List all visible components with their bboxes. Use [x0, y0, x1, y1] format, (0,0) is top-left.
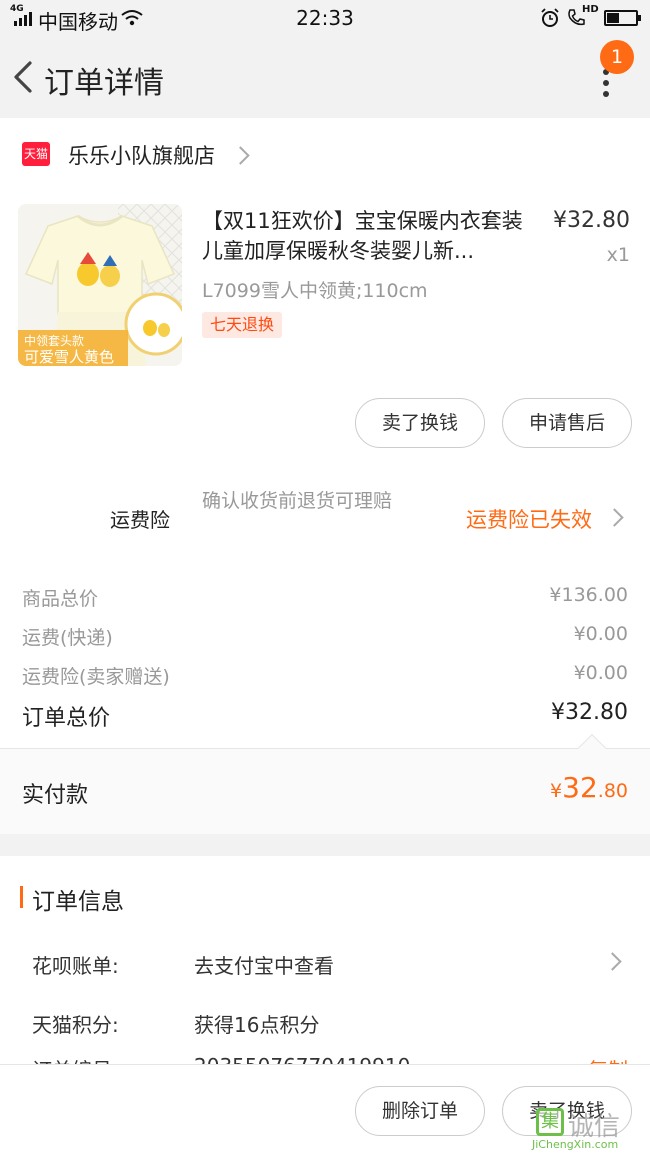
product-sku: L7099雪人中领黄;110cm	[202, 280, 428, 302]
fee-label: 运费(快递)	[22, 627, 113, 649]
order-card: 天猫 乐乐小队旗舰店 中领套头款 可爱雪人黄色 【双11狂欢价】宝宝保暖内衣套装…	[0, 118, 650, 834]
fee-row-goods-total: 商品总价 ¥136.00	[22, 584, 628, 611]
seven-day-return-badge: 七天退换	[202, 312, 283, 338]
fee-value: ¥136.00	[549, 584, 628, 606]
amount-integer: 32	[562, 771, 598, 804]
shipping-insurance-status[interactable]: 运费险已失效	[466, 504, 592, 534]
fee-row-insurance: 运费险(卖家赠送) ¥0.00	[22, 662, 628, 689]
watermark-en: JiChengXin.com	[532, 1138, 619, 1151]
order-total-value: ¥32.80	[551, 700, 628, 725]
battery-icon	[604, 10, 641, 26]
product-quantity: x1	[606, 244, 630, 266]
tmall-logo-icon: 天猫	[22, 142, 50, 166]
amount-paid-label: 实付款	[22, 783, 89, 808]
order-total-label: 订单总价	[22, 706, 111, 731]
product-title[interactable]: 【双11狂欢价】宝宝保暖内衣套装儿童加厚保暖秋冬装婴儿新...	[202, 206, 540, 266]
info-value: 20355076770419910	[194, 1054, 410, 1064]
amount-decimal: .80	[597, 780, 628, 802]
info-key: 天猫积分:	[32, 1013, 119, 1037]
hd-label: HD	[582, 4, 599, 15]
delete-order-button[interactable]: 删除订单	[355, 1086, 485, 1136]
product-price: ¥32.80	[553, 208, 630, 233]
watermark-glyph: 集	[536, 1108, 564, 1136]
huabei-chevron-right-icon	[603, 952, 622, 971]
image-caption-color: 可爱雪人黄色	[24, 348, 115, 366]
order-detail-page: 4G 中国移动 22:33 HD 订单详情 1 天猫 乐乐小队旗舰店 中领套头款…	[0, 0, 650, 1155]
amount-paid-box: 实付款 ¥32.80	[0, 749, 650, 834]
fee-value: ¥0.00	[573, 623, 628, 645]
copy-order-number-button[interactable]: 复制	[588, 1054, 628, 1064]
currency-symbol: ¥	[550, 780, 563, 802]
order-info-card: 订单信息 花呗账单: 去支付宝中查看 天猫积分: 获得16点积分 订单编号: 2…	[0, 856, 650, 1064]
amount-paid-value: ¥32.80	[550, 771, 628, 804]
back-arrow-icon[interactable]	[10, 60, 40, 94]
alarm-icon	[541, 8, 559, 27]
info-value: 获得16点积分	[194, 1013, 320, 1037]
after-sale-button[interactable]: 申请售后	[502, 398, 632, 448]
page-title: 订单详情	[44, 66, 164, 101]
insurance-chevron-right-icon	[605, 508, 624, 527]
order-info-title: 订单信息	[32, 889, 124, 915]
fee-label: 商品总价	[22, 588, 99, 610]
shop-name-link[interactable]: 乐乐小队旗舰店	[68, 140, 215, 170]
watermark-logo: 集 诚信 JiChengXin.com	[528, 1100, 644, 1152]
sell-for-cash-button[interactable]: 卖了换钱	[355, 398, 485, 448]
notification-badge[interactable]: 1	[600, 40, 634, 74]
order-total-row: 订单总价 ¥32.80	[22, 700, 628, 732]
info-key: 订单编号:	[32, 1054, 119, 1064]
nav-bar: 订单详情 1	[0, 36, 650, 118]
shipping-insurance-desc: 确认收货前退货可理赔	[202, 490, 393, 512]
info-key: 花呗账单:	[32, 954, 119, 978]
shipping-insurance-label: 运费险	[110, 508, 170, 532]
section-accent-bar	[20, 886, 23, 908]
fee-row-shipping: 运费(快递) ¥0.00	[22, 623, 628, 650]
info-value: 去支付宝中查看	[194, 954, 334, 978]
fee-label: 运费险(卖家赠送)	[22, 666, 170, 688]
fee-value: ¥0.00	[573, 662, 628, 684]
status-bar: 4G 中国移动 22:33 HD	[0, 0, 650, 36]
product-image[interactable]: 中领套头款 可爱雪人黄色	[18, 204, 182, 366]
shop-chevron-right-icon	[231, 146, 250, 165]
